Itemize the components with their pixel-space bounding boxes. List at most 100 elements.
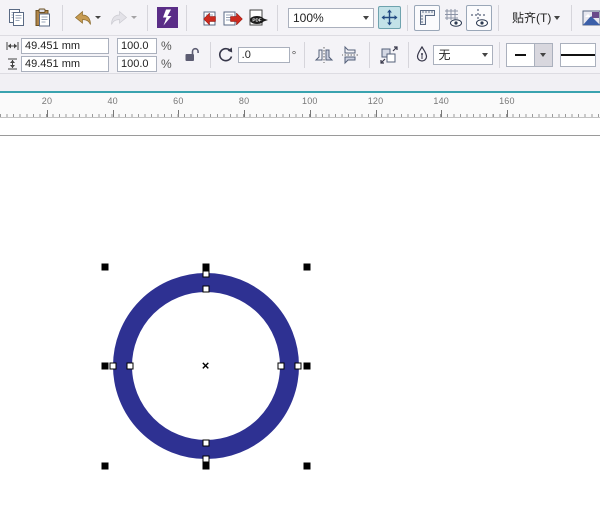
grid-toggle-icon <box>443 8 463 28</box>
paste-button[interactable] <box>30 5 56 31</box>
ruler-label: 160 <box>499 96 515 106</box>
separator <box>407 4 408 31</box>
drawing-canvas[interactable]: × <box>0 118 600 478</box>
outline-pen-icon <box>415 46 429 63</box>
separator <box>498 4 499 31</box>
selection-handle[interactable] <box>101 362 108 370</box>
grid-toggle-button[interactable] <box>440 5 466 31</box>
redo-button[interactable] <box>105 5 141 31</box>
selection-handle[interactable] <box>101 263 108 270</box>
options-button[interactable] <box>578 5 600 31</box>
separator <box>277 4 278 31</box>
chevron-down-icon <box>540 52 547 57</box>
object-center-mark[interactable]: × <box>202 359 210 372</box>
ruler-major-tick <box>47 110 48 117</box>
curve-node[interactable] <box>126 362 134 370</box>
undo-dropdown-arrow <box>95 16 101 19</box>
selection-handle[interactable] <box>303 362 310 370</box>
import-icon <box>196 8 217 28</box>
application-launcher-button[interactable] <box>154 5 180 31</box>
outline-width-combo[interactable] <box>505 42 553 67</box>
object-width-icon <box>6 41 19 51</box>
separator <box>571 4 572 31</box>
curve-node[interactable] <box>109 362 117 370</box>
scale-vertical-field[interactable] <box>117 55 157 72</box>
ruler-major-tick <box>375 110 377 117</box>
export-button[interactable] <box>219 5 245 31</box>
separator <box>186 4 187 31</box>
zoom-level-value: 100% <box>293 10 324 25</box>
percent-label: % <box>161 38 172 53</box>
lock-ratio-icon <box>183 47 199 63</box>
ruler-major-tick <box>506 110 508 117</box>
selection-handle[interactable] <box>101 462 108 470</box>
selection-handle[interactable] <box>303 462 310 470</box>
selection-handle[interactable] <box>202 263 209 270</box>
curve-node[interactable] <box>202 285 209 292</box>
outline-style-value: 无 <box>438 48 451 62</box>
curve-node[interactable] <box>202 270 209 278</box>
ruler-label: 80 <box>238 96 250 106</box>
outline-style-preview[interactable] <box>559 42 596 67</box>
mirror-horizontal-icon <box>314 46 334 64</box>
object-height-field[interactable] <box>21 55 109 72</box>
corel-app-icon <box>156 7 178 28</box>
zoom-level-combo[interactable]: 100% <box>288 7 374 28</box>
percent-label: % <box>161 56 172 71</box>
snap-to-dropdown[interactable]: 贴齐(T) <box>505 6 567 29</box>
curve-node[interactable] <box>202 439 209 447</box>
selection-handle[interactable] <box>303 263 310 270</box>
curve-node[interactable] <box>294 362 302 370</box>
curve-node[interactable] <box>202 455 209 462</box>
toolbar-gap-strip <box>0 74 600 91</box>
ruler-label: 60 <box>173 96 184 106</box>
line-preview-icon <box>560 53 595 56</box>
rulers-toggle-button[interactable] <box>414 4 440 31</box>
export-icon <box>222 8 243 28</box>
rotation-angle-field[interactable] <box>237 46 290 63</box>
selection-handle[interactable] <box>202 462 209 470</box>
paste-icon <box>33 8 53 28</box>
separator <box>408 41 410 68</box>
ruler-major-tick <box>309 110 311 117</box>
import-button[interactable] <box>193 5 219 31</box>
horizontal-ruler[interactable]: 20 40 60 80 100 120 140 160 <box>0 93 600 118</box>
undo-icon <box>73 9 93 27</box>
standard-toolbar: PDF 100% 贴齐(T) <box>0 0 600 36</box>
copy-button[interactable] <box>4 5 30 31</box>
redo-dropdown-arrow <box>131 16 137 19</box>
ruler-major-tick <box>244 110 246 117</box>
ruler-label: 140 <box>433 96 449 106</box>
snap-to-label: 贴齐(T) <box>512 11 552 25</box>
ruler-major-tick <box>112 110 114 117</box>
rotation-icon <box>217 46 234 63</box>
pdf-icon: PDF <box>247 8 269 28</box>
copy-icon <box>7 8 27 28</box>
page-edge-line <box>0 135 600 136</box>
lock-ratio-button[interactable] <box>178 42 204 68</box>
object-width-field[interactable] <box>21 37 109 54</box>
undo-button[interactable] <box>69 5 105 31</box>
options-icon <box>582 9 600 27</box>
separator <box>304 41 306 68</box>
separator <box>498 41 500 68</box>
outline-width-dash-icon <box>514 53 526 56</box>
guidelines-toggle-button[interactable] <box>466 4 492 31</box>
separator <box>369 41 371 68</box>
outline-style-combo[interactable]: 无 <box>433 44 493 65</box>
curve-node[interactable] <box>277 362 285 370</box>
mirror-vertical-button[interactable] <box>337 42 363 68</box>
fit-page-icon <box>381 9 398 26</box>
publish-pdf-button[interactable]: PDF <box>245 5 271 31</box>
separator <box>209 41 211 68</box>
pdf-icon-text: PDF <box>252 17 261 22</box>
arrange-button[interactable] <box>376 42 402 68</box>
ruler-label: 20 <box>41 96 53 106</box>
chevron-down-icon <box>481 52 488 57</box>
chevron-down-icon <box>554 15 561 20</box>
guidelines-toggle-icon <box>469 8 489 28</box>
mirror-horizontal-button[interactable] <box>311 42 337 68</box>
scale-horizontal-field[interactable] <box>117 37 157 54</box>
chevron-down-icon <box>363 15 369 20</box>
zoom-fit-page-button[interactable] <box>378 6 401 29</box>
